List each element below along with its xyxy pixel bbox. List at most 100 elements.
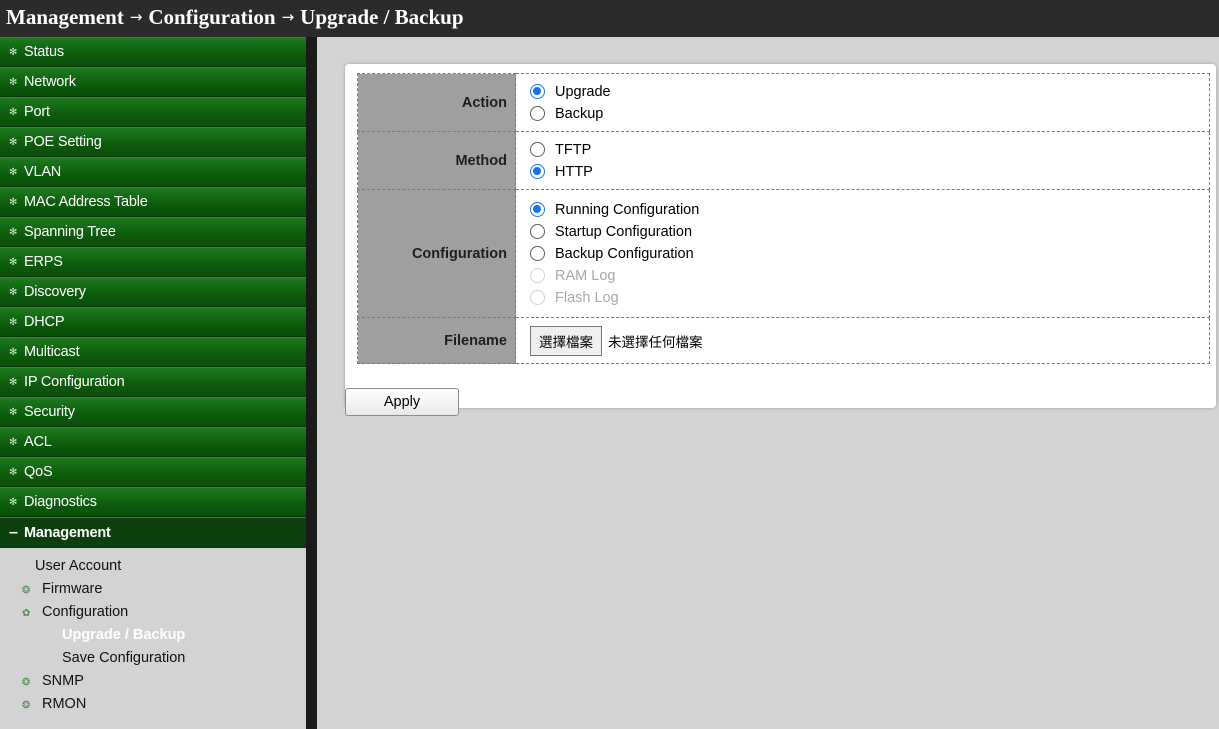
sidebar-item-ip-configuration[interactable]: ✻ IP Configuration xyxy=(0,367,306,397)
action-field: Upgrade Backup xyxy=(515,73,1210,132)
radio-disabled-icon xyxy=(530,290,545,305)
radio-label: Running Configuration xyxy=(555,201,700,218)
no-file-chosen-text: 未選擇任何檔案 xyxy=(608,334,703,351)
sidebar-item-dhcp[interactable]: ✻ DHCP xyxy=(0,307,306,337)
expand-icon: ✻ xyxy=(9,377,18,388)
sidebar-item-label: POE Setting xyxy=(24,134,102,150)
expand-icon: ✻ xyxy=(9,167,18,178)
sidebar-item-management[interactable]: – Management xyxy=(0,517,306,548)
submenu-upgrade-backup[interactable]: Upgrade / Backup xyxy=(0,627,306,650)
sidebar-item-network[interactable]: ✻ Network xyxy=(0,67,306,97)
sidebar-item-label: VLAN xyxy=(24,164,62,180)
radio-unchecked-icon[interactable] xyxy=(530,224,545,239)
sidebar-item-port[interactable]: ✻ Port xyxy=(0,97,306,127)
config-ram-log-radio: RAM Log xyxy=(530,265,1209,287)
sidebar-item-qos[interactable]: ✻ QoS xyxy=(0,457,306,487)
sidebar-item-multicast[interactable]: ✻ Multicast xyxy=(0,337,306,367)
upgrade-backup-panel: Action Upgrade Backup Method TFTP HTTP C… xyxy=(345,64,1216,408)
page-title: Management → Configuration → Upgrade / Backu… xyxy=(0,0,1219,37)
config-running-radio[interactable]: Running Configuration xyxy=(530,199,1209,221)
choose-file-button[interactable]: 選擇檔案 xyxy=(530,325,602,356)
radio-label: HTTP xyxy=(555,163,593,180)
sidebar-item-label: Security xyxy=(24,404,75,420)
sidebar-item-label: MAC Address Table xyxy=(24,194,148,210)
submenu-snmp[interactable]: ❂ SNMP xyxy=(0,673,306,696)
sidebar-item-label: ERPS xyxy=(24,254,63,270)
expand-icon: ✻ xyxy=(9,407,18,418)
sidebar-item-vlan[interactable]: ✻ VLAN xyxy=(0,157,306,187)
submenu-label: Firmware xyxy=(42,581,103,597)
radio-label: Flash Log xyxy=(555,289,619,306)
main-content: Action Upgrade Backup Method TFTP HTTP C… xyxy=(317,37,1219,729)
sidebar-item-spanning-tree[interactable]: ✻ Spanning Tree xyxy=(0,217,306,247)
sidebar-item-label: DHCP xyxy=(24,314,65,330)
apply-button[interactable]: Apply xyxy=(345,388,459,416)
sidebar-item-acl[interactable]: ✻ ACL xyxy=(0,427,306,457)
sidebar-item-label: Status xyxy=(24,44,64,60)
expand-icon: ✻ xyxy=(9,317,18,328)
expand-icon: ✻ xyxy=(9,107,18,118)
folder-closed-icon: ❂ xyxy=(22,677,31,688)
sidebar-item-discovery[interactable]: ✻ Discovery xyxy=(0,277,306,307)
breadcrumb-separator: → xyxy=(281,8,295,26)
method-tftp-radio[interactable]: TFTP xyxy=(530,139,1209,161)
expand-icon: ✻ xyxy=(9,347,18,358)
expand-icon: ✻ xyxy=(9,227,18,238)
method-field: TFTP HTTP xyxy=(515,131,1210,190)
management-submenu: User Account ❂ Firmware ✿ Configuration Up… xyxy=(0,548,306,719)
sidebar-divider xyxy=(306,37,317,729)
breadcrumb-separator: → xyxy=(129,8,143,26)
configuration-field: Running Configuration Startup Configurat… xyxy=(515,189,1210,318)
sidebar-item-label: ACL xyxy=(24,434,52,450)
sidebar-item-mac-address-table[interactable]: ✻ MAC Address Table xyxy=(0,187,306,217)
sidebar-item-security[interactable]: ✻ Security xyxy=(0,397,306,427)
config-backup-radio[interactable]: Backup Configuration xyxy=(530,243,1209,265)
sidebar-item-label: Port xyxy=(24,104,50,120)
radio-checked-icon[interactable] xyxy=(530,84,545,99)
sidebar-item-label: IP Configuration xyxy=(24,374,125,390)
sidebar-item-label: Discovery xyxy=(24,284,86,300)
folder-closed-icon: ❂ xyxy=(22,700,31,711)
submenu-rmon[interactable]: ❂ RMON xyxy=(0,696,306,719)
collapse-icon: – xyxy=(9,524,18,541)
breadcrumb-upgrade-backup: Upgrade / Backup xyxy=(300,5,464,29)
expand-icon: ✻ xyxy=(9,137,18,148)
submenu-label: SNMP xyxy=(42,673,84,689)
radio-unchecked-icon[interactable] xyxy=(530,142,545,157)
expand-icon: ✻ xyxy=(9,437,18,448)
expand-icon: ✻ xyxy=(9,77,18,88)
radio-checked-icon[interactable] xyxy=(530,202,545,217)
submenu-configuration[interactable]: ✿ Configuration xyxy=(0,604,306,627)
config-startup-radio[interactable]: Startup Configuration xyxy=(530,221,1209,243)
breadcrumb-management: Management xyxy=(6,5,124,29)
radio-unchecked-icon[interactable] xyxy=(530,106,545,121)
radio-unchecked-icon[interactable] xyxy=(530,246,545,261)
sidebar-item-status[interactable]: ✻ Status xyxy=(0,37,306,67)
filename-field: 選擇檔案 未選擇任何檔案 xyxy=(515,317,1210,364)
radio-checked-icon[interactable] xyxy=(530,164,545,179)
sidebar-item-label: Management xyxy=(24,525,111,541)
configuration-label: Configuration xyxy=(357,189,516,318)
sidebar-item-label: Spanning Tree xyxy=(24,224,116,240)
radio-label: Upgrade xyxy=(555,83,611,100)
file-input[interactable]: 選擇檔案 未選擇任何檔案 xyxy=(530,325,856,356)
action-label: Action xyxy=(357,73,516,132)
sidebar-item-label: Multicast xyxy=(24,344,80,360)
sidebar-item-diagnostics[interactable]: ✻ Diagnostics xyxy=(0,487,306,517)
sidebar-item-erps[interactable]: ✻ ERPS xyxy=(0,247,306,277)
expand-icon: ✻ xyxy=(9,467,18,478)
radio-label: Backup xyxy=(555,105,604,122)
submenu-user-account[interactable]: User Account xyxy=(0,558,306,581)
action-backup-radio[interactable]: Backup xyxy=(530,103,1209,125)
action-upgrade-radio[interactable]: Upgrade xyxy=(530,81,1209,103)
submenu-save-configuration[interactable]: Save Configuration xyxy=(0,650,306,673)
upgrade-backup-form: Action Upgrade Backup Method TFTP HTTP C… xyxy=(357,73,1210,364)
folder-closed-icon: ❂ xyxy=(22,585,31,596)
submenu-label: RMON xyxy=(42,696,87,712)
sidebar-item-label: Network xyxy=(24,74,76,90)
method-http-radio[interactable]: HTTP xyxy=(530,161,1209,183)
sidebar-item-label: QoS xyxy=(24,464,53,480)
radio-label: Backup Configuration xyxy=(555,245,694,262)
sidebar-item-poe-setting[interactable]: ✻ POE Setting xyxy=(0,127,306,157)
submenu-firmware[interactable]: ❂ Firmware xyxy=(0,581,306,604)
